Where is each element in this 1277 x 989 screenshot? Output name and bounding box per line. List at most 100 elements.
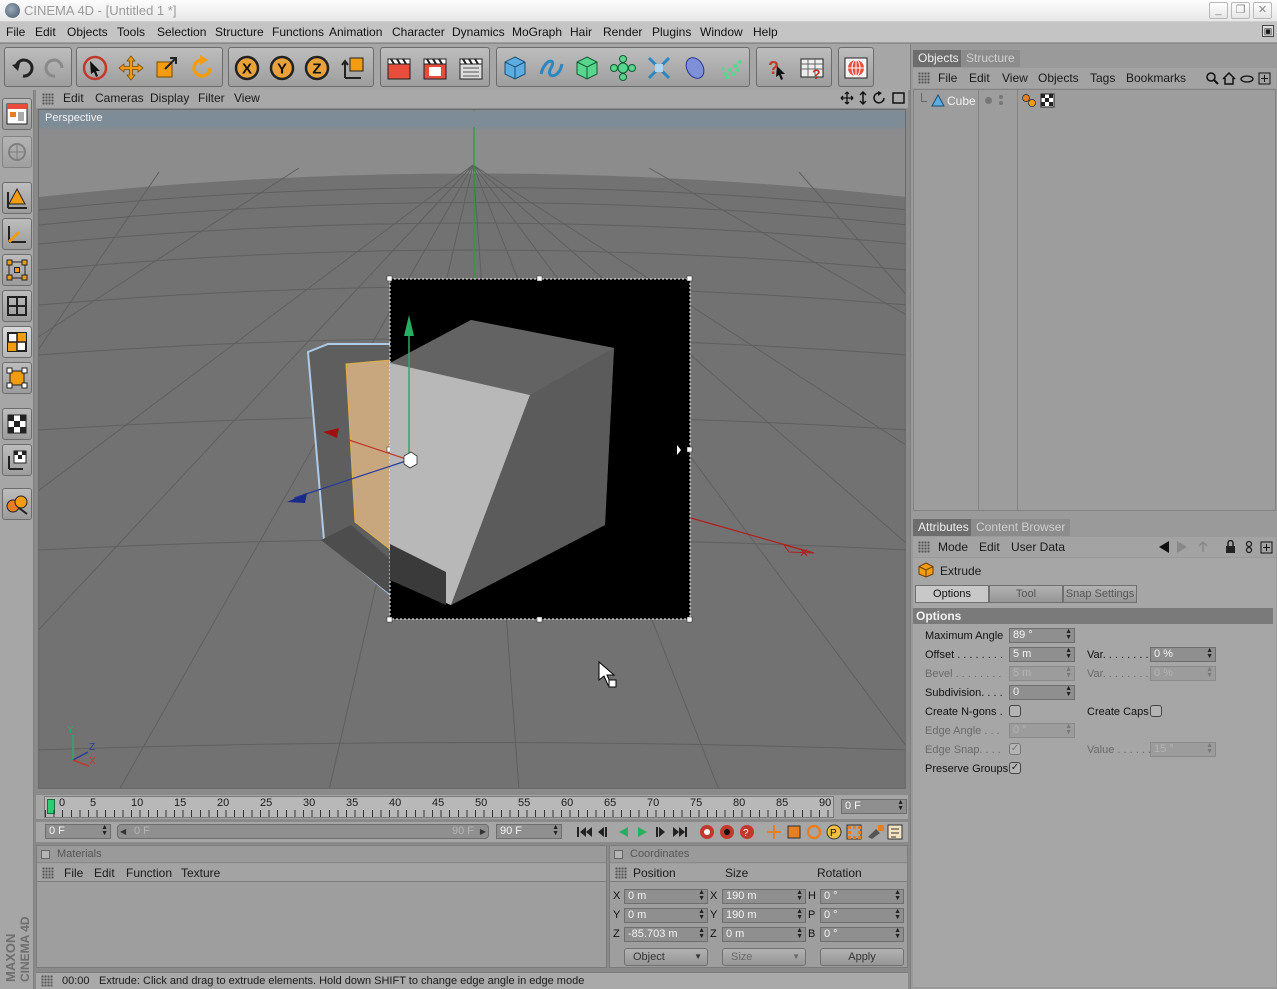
objects-menu-view[interactable]: View [1002, 71, 1028, 85]
workplane-icon[interactable] [2, 488, 32, 520]
viewport-navigation-icons[interactable] [840, 91, 906, 106]
menu-hair[interactable]: Hair [570, 25, 592, 39]
materials-grip-icon[interactable] [42, 867, 54, 879]
menu-file[interactable]: File [6, 25, 25, 39]
z-axis-lock-icon[interactable]: Z [302, 53, 332, 83]
viewport-menu-edit[interactable]: Edit [63, 91, 84, 105]
render-visibility-dot-bottom[interactable] [999, 101, 1003, 105]
attributes-menu-user-data[interactable]: User Data [1011, 540, 1065, 554]
close-button[interactable]: ✕ [1253, 2, 1272, 19]
record-icon[interactable] [700, 825, 714, 839]
offset-variation-field[interactable]: 0 % ▲ ▼ [1150, 647, 1216, 662]
rotation-h-field[interactable]: 0 ° ▲ ▼ [820, 889, 904, 904]
point-level-animation-icon[interactable] [846, 824, 862, 840]
spline-object-icon[interactable] [536, 53, 566, 83]
object-row-cube[interactable]: Cube [915, 93, 1276, 109]
minimize-button[interactable]: _ [1209, 2, 1228, 19]
timeline-ruler[interactable]: 0 5 10 15 20 25 30 35 40 45 50 55 60 65 … [44, 796, 834, 818]
new-attributes-view-icon[interactable] [1260, 541, 1273, 554]
render-settings-icon[interactable] [456, 53, 486, 83]
size-y-field[interactable]: 190 m ▲ ▼ [722, 908, 806, 923]
rotation-track-icon[interactable] [806, 824, 822, 840]
nurbs-object-icon[interactable] [572, 53, 602, 83]
size-x-field[interactable]: 190 m ▲ ▼ [722, 889, 806, 904]
perspective-viewport[interactable]: ✕ Perspective Y Z X [38, 109, 906, 789]
move-icon[interactable] [116, 53, 146, 83]
menu-animation[interactable]: Animation [329, 25, 382, 39]
playback-settings-icon[interactable] [887, 824, 903, 840]
coordinate-mode-dropdown[interactable]: Object ▼ [624, 948, 708, 966]
size-z-field[interactable]: 0 m ▲ ▼ [722, 927, 806, 942]
hierarchy-icon[interactable] [1240, 75, 1254, 83]
range-slider[interactable]: ◀ 0 F 90 F ▶ [117, 824, 489, 839]
attributes-menu-edit[interactable]: Edit [979, 540, 1000, 554]
scheme-icon[interactable] [868, 825, 884, 839]
menu-help[interactable]: Help [753, 25, 778, 39]
menu-window[interactable]: Window [700, 25, 743, 39]
menu-selection[interactable]: Selection [157, 25, 206, 39]
viewport-grip-icon[interactable] [42, 93, 54, 105]
previous-frame-icon[interactable] [598, 827, 607, 837]
y-axis-lock-icon[interactable]: Y [267, 53, 297, 83]
offset-field[interactable]: 5 m ▲ ▼ [1009, 647, 1075, 662]
rotate-icon[interactable] [187, 53, 217, 83]
live-selection-icon[interactable] [80, 53, 110, 83]
axis-mode-icon[interactable] [2, 218, 32, 250]
viewport-menu-view[interactable]: View [234, 91, 260, 105]
lock-icon[interactable] [1226, 540, 1235, 554]
texture-axis-icon[interactable] [2, 444, 32, 476]
deformer-object-icon[interactable] [644, 53, 674, 83]
position-y-field[interactable]: 0 m ▲ ▼ [624, 908, 708, 923]
menu-edit[interactable]: Edit [35, 25, 56, 39]
layout-icon[interactable]: ▣ [1262, 25, 1274, 37]
coordinates-grip-icon[interactable] [615, 867, 627, 879]
menu-character[interactable]: Character [392, 25, 445, 39]
play-forward-icon[interactable] [638, 827, 647, 837]
go-to-end-icon[interactable] [673, 827, 687, 837]
current-frame-field[interactable]: 0 F ▲ ▼ [841, 799, 907, 814]
start-frame-field[interactable]: 0 F ▲ ▼ [45, 824, 111, 839]
phong-tag-icon[interactable] [1022, 94, 1036, 107]
preserve-groups-checkbox[interactable]: ✓ [1009, 762, 1021, 774]
end-frame-field[interactable]: 90 F ▲ ▼ [496, 824, 562, 839]
tab-content-browser[interactable]: Content Browser [971, 519, 1071, 536]
position-track-icon[interactable] [767, 825, 781, 839]
edges-mode-icon[interactable] [2, 290, 32, 322]
objects-menu-bookmarks[interactable]: Bookmarks [1126, 71, 1186, 85]
polygons-mode-icon[interactable] [2, 326, 32, 358]
render-view-icon[interactable] [384, 53, 414, 83]
help-browser-icon[interactable]: ? [797, 53, 827, 83]
model-mode-icon[interactable] [2, 98, 32, 130]
autokey-icon[interactable] [720, 825, 734, 839]
parameter-track-icon[interactable]: P [826, 824, 842, 840]
viewport-menu-display[interactable]: Display [150, 91, 189, 105]
menu-dynamics[interactable]: Dynamics [452, 25, 505, 39]
object-axis-icon[interactable] [2, 182, 32, 214]
play-backward-icon[interactable] [619, 827, 628, 837]
texture-mode-icon[interactable] [2, 136, 32, 168]
subtab-tool[interactable]: Tool [989, 585, 1063, 603]
menu-objects[interactable]: Objects [67, 25, 108, 39]
tab-objects[interactable]: Objects [913, 50, 964, 67]
coordinate-system-icon[interactable] [339, 53, 369, 83]
max-angle-field[interactable]: 89 ° ▲ ▼ [1009, 628, 1075, 643]
up-arrow-icon[interactable] [1198, 540, 1208, 552]
menu-tools[interactable]: Tools [117, 25, 145, 39]
objects-menu-tags[interactable]: Tags [1090, 71, 1115, 85]
objects-grip-icon[interactable] [918, 72, 930, 84]
render-picture-viewer-icon[interactable] [420, 53, 450, 83]
cube-object-icon[interactable] [500, 53, 530, 83]
viewport-menu-cameras[interactable]: Cameras [95, 91, 144, 105]
attributes-grip-icon[interactable] [918, 541, 930, 553]
render-visibility-dot-top[interactable] [999, 95, 1003, 99]
materials-menu-edit[interactable]: Edit [94, 866, 115, 880]
object-name[interactable]: Cube [947, 94, 976, 108]
new-view-icon[interactable] [1258, 72, 1271, 85]
tab-structure[interactable]: Structure [961, 50, 1020, 67]
subtab-snap-settings[interactable]: Snap Settings [1063, 585, 1137, 603]
go-to-start-icon[interactable] [577, 827, 592, 837]
tweak-mode-icon[interactable] [2, 362, 32, 394]
materials-menu-function[interactable]: Function [126, 866, 172, 880]
create-caps-checkbox[interactable] [1150, 705, 1162, 717]
forward-arrow-icon[interactable] [1177, 541, 1187, 553]
